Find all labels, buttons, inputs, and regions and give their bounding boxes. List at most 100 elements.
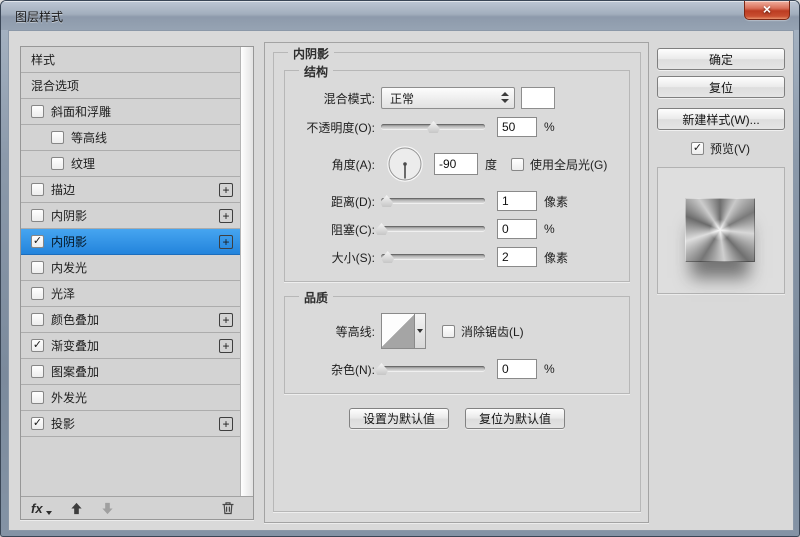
slider-track[interactable] [381, 226, 485, 231]
sidebar-scrollbar[interactable] [240, 47, 253, 497]
plus-icon[interactable]: + [219, 209, 233, 223]
size-label: 大小(S): [285, 249, 381, 266]
sidebar-item-styles[interactable]: 样式 + [21, 47, 253, 73]
distance-slider[interactable] [381, 194, 485, 208]
inner-shadow-group: 内阴影 结构 混合模式: 正常 不透明度(O): [273, 52, 641, 512]
sidebar-item-outer-glow[interactable]: 外发光 + [21, 385, 253, 411]
sidebar-item-label: 等高线 [71, 129, 107, 146]
updown-spinner-icon [501, 92, 509, 103]
item-checkbox[interactable]: ✓ [31, 235, 44, 248]
angle-label: 角度(A): [285, 156, 381, 173]
global-light-checkbox[interactable] [511, 158, 524, 171]
item-checkbox[interactable] [31, 313, 44, 326]
sidebar-item-label: 光泽 [51, 285, 75, 302]
panel-title: 内阴影 [288, 45, 334, 62]
sidebar-item-inner-shadow-1[interactable]: 内阴影 + [21, 203, 253, 229]
preview-row: ✓ 预览(V) [691, 140, 787, 157]
slider-track[interactable] [381, 366, 485, 371]
slider-track[interactable] [381, 254, 485, 259]
contour-thumbnail[interactable] [381, 313, 414, 349]
contour-dropdown-icon[interactable] [414, 313, 426, 349]
item-checkbox[interactable] [31, 183, 44, 196]
sidebar-item-gradient-overlay[interactable]: ✓ 渐变叠加 + [21, 333, 253, 359]
opacity-input[interactable] [497, 117, 537, 137]
item-checkbox[interactable] [51, 131, 64, 144]
slider-thumb[interactable] [380, 195, 393, 207]
plus-icon[interactable]: + [219, 339, 233, 353]
structure-legend: 结构 [299, 63, 333, 80]
new-style-button[interactable]: 新建样式(W)... [657, 108, 785, 130]
item-checkbox[interactable] [31, 261, 44, 274]
plus-icon[interactable]: + [219, 183, 233, 197]
blend-mode-select[interactable]: 正常 [381, 87, 515, 109]
preview-checkbox[interactable]: ✓ [691, 142, 704, 155]
sidebar-item-pattern-overlay[interactable]: 图案叠加 + [21, 359, 253, 385]
contour-picker[interactable] [381, 313, 426, 349]
default-buttons-row: 设置为默认值 复位为默认值 [274, 408, 640, 429]
size-unit: 像素 [544, 249, 568, 266]
item-checkbox[interactable] [31, 391, 44, 404]
slider-thumb[interactable] [381, 251, 394, 263]
close-button[interactable]: × [744, 1, 790, 20]
fx-menu-button[interactable]: fx [31, 501, 52, 516]
sidebar-item-contour[interactable]: 等高线 + [21, 125, 253, 151]
plus-icon[interactable]: + [219, 235, 233, 249]
title-bar[interactable]: 图层样式 × [1, 1, 799, 30]
sidebar-item-label: 投影 [51, 415, 75, 432]
opacity-row: 不透明度(O): % [285, 117, 623, 137]
antialias-checkbox[interactable] [442, 325, 455, 338]
opacity-slider[interactable] [381, 120, 485, 134]
styles-list: 样式 + 混合选项 + 斜面和浮雕 + 等高线 + [21, 47, 253, 497]
caret-down-icon [46, 511, 52, 515]
sidebar-item-satin[interactable]: 光泽 + [21, 281, 253, 307]
noise-input[interactable] [497, 359, 537, 379]
angle-input[interactable] [434, 153, 478, 175]
move-up-icon[interactable] [70, 502, 83, 515]
sidebar-item-inner-shadow-2-selected[interactable]: ✓ 内阴影 + [21, 229, 253, 255]
sidebar-item-blending-options[interactable]: 混合选项 + [21, 73, 253, 99]
slider-thumb[interactable] [427, 121, 440, 133]
move-down-icon[interactable] [101, 502, 114, 515]
item-checkbox[interactable] [31, 105, 44, 118]
noise-slider[interactable] [381, 362, 485, 376]
sidebar-item-label: 描边 [51, 181, 75, 198]
sidebar-item-label: 颜色叠加 [51, 311, 99, 328]
item-checkbox[interactable] [51, 157, 64, 170]
noise-label: 杂色(N): [285, 361, 381, 378]
sidebar-item-label: 样式 [31, 51, 55, 68]
shadow-color-swatch[interactable] [521, 87, 555, 109]
item-checkbox[interactable] [31, 209, 44, 222]
sidebar-item-color-overlay[interactable]: 颜色叠加 + [21, 307, 253, 333]
set-default-button[interactable]: 设置为默认值 [349, 408, 449, 429]
sidebar-item-inner-glow[interactable]: 内发光 + [21, 255, 253, 281]
quality-legend: 品质 [299, 289, 333, 306]
plus-icon[interactable]: + [219, 313, 233, 327]
angle-dial[interactable] [386, 145, 424, 183]
plus-icon[interactable]: + [219, 417, 233, 431]
quality-group: 品质 等高线: 消除锯齿(L) 杂色(N): [284, 296, 630, 394]
sidebar-item-label: 混合选项 [31, 77, 79, 94]
size-input[interactable] [497, 247, 537, 267]
ok-button[interactable]: 确定 [657, 48, 785, 70]
blend-mode-row: 混合模式: 正常 [285, 87, 623, 109]
angle-row: 角度(A): 度 使用全局光(G) [285, 145, 623, 183]
blend-mode-label: 混合模式: [285, 90, 381, 107]
choke-slider[interactable] [381, 222, 485, 236]
reset-button[interactable]: 复位 [657, 76, 785, 98]
distance-label: 距离(D): [285, 193, 381, 210]
reset-default-button[interactable]: 复位为默认值 [465, 408, 565, 429]
sidebar-item-texture[interactable]: 纹理 + [21, 151, 253, 177]
delete-style-icon[interactable] [221, 501, 235, 515]
item-checkbox[interactable]: ✓ [31, 417, 44, 430]
slider-track[interactable] [381, 198, 485, 203]
sidebar-item-stroke[interactable]: 描边 + [21, 177, 253, 203]
size-slider[interactable] [381, 250, 485, 264]
sidebar-item-bevel-emboss[interactable]: 斜面和浮雕 + [21, 99, 253, 125]
choke-input[interactable] [497, 219, 537, 239]
action-column: 确定 复位 新建样式(W)... ✓ 预览(V) [657, 48, 787, 294]
item-checkbox[interactable] [31, 287, 44, 300]
item-checkbox[interactable]: ✓ [31, 339, 44, 352]
distance-input[interactable] [497, 191, 537, 211]
sidebar-item-drop-shadow[interactable]: ✓ 投影 + [21, 411, 253, 437]
item-checkbox[interactable] [31, 365, 44, 378]
